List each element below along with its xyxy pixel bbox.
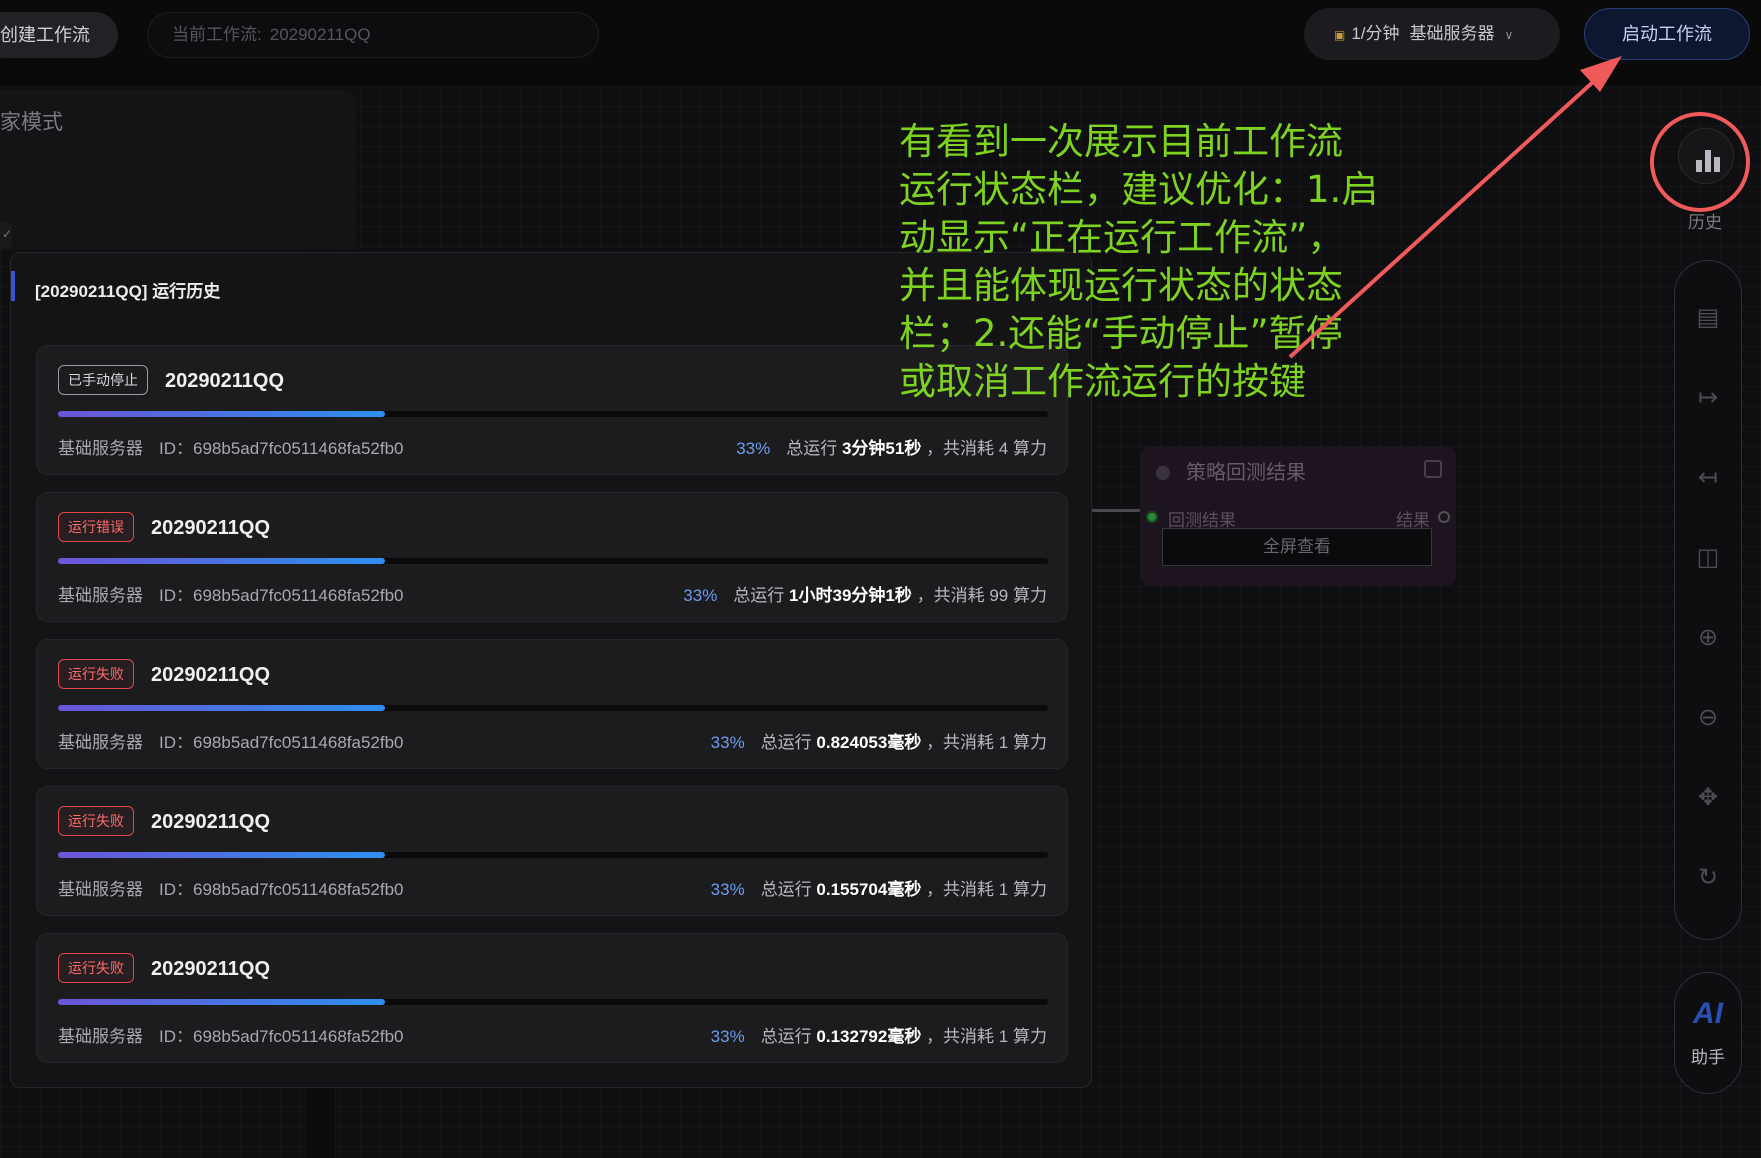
annotation-arrow (1288, 56, 1622, 359)
